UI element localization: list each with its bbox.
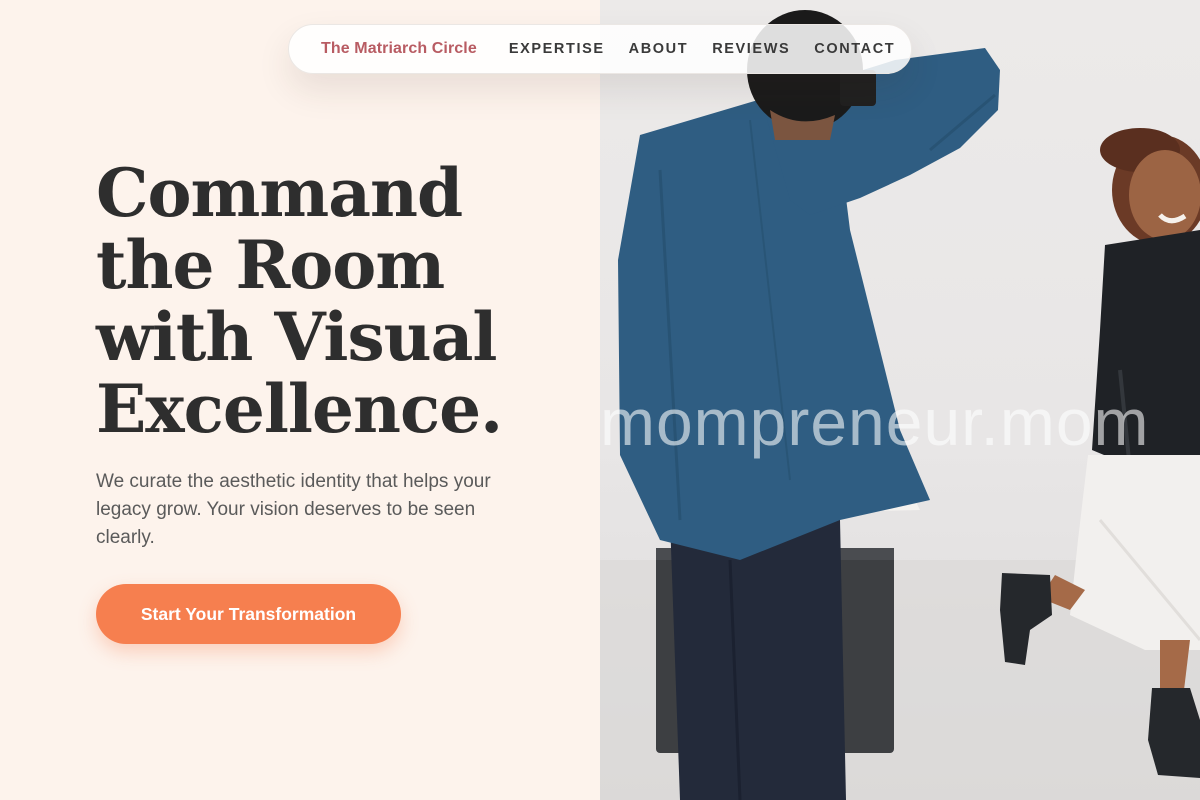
headline-line-1: Command xyxy=(96,154,463,232)
nav-link-about[interactable]: ABOUT xyxy=(629,41,689,57)
brand-logo-text[interactable]: The Matriarch Circle xyxy=(321,40,477,58)
hero-headline: Command the Room with Visual Excellence. xyxy=(96,157,566,445)
hero-subtitle: We curate the aesthetic identity that he… xyxy=(96,471,491,548)
headline-line-3: with Visual xyxy=(96,298,497,376)
nav-link-expertise[interactable]: EXPERTISE xyxy=(509,41,605,57)
start-transformation-button[interactable]: Start Your Transformation xyxy=(96,584,401,644)
main-navigation: The Matriarch Circle EXPERTISE ABOUT REV… xyxy=(288,24,912,74)
nav-link-contact[interactable]: CONTACT xyxy=(814,41,895,57)
watermark-text: mompreneur.mom xyxy=(600,385,1150,459)
headline-line-2: the Room xyxy=(96,226,445,304)
hero-photo: mompreneur.mom xyxy=(600,0,1200,800)
nav-link-reviews[interactable]: REVIEWS xyxy=(712,41,790,57)
headline-line-4: Excellence. xyxy=(96,370,503,448)
